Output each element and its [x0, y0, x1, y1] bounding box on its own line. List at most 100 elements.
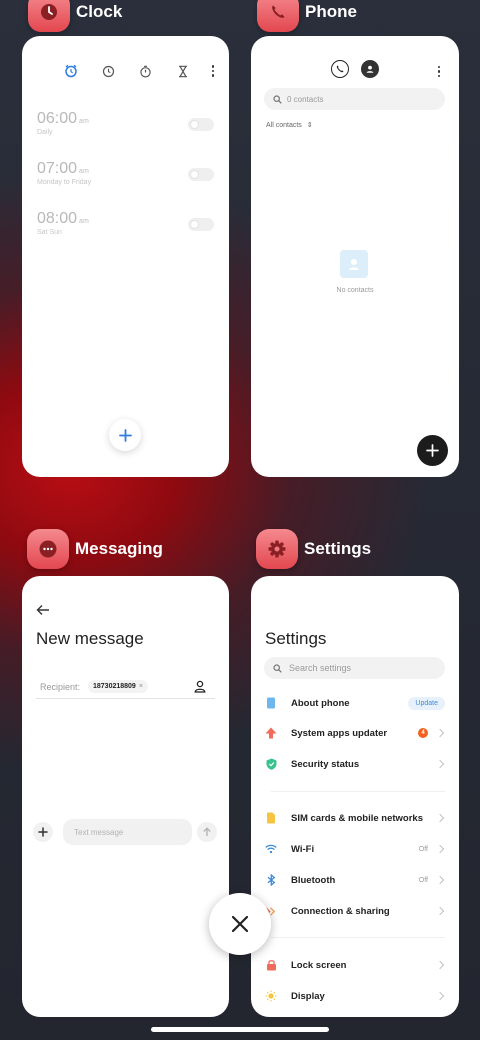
clock-app-title: Clock	[76, 2, 123, 21]
settings-item-lock-screen[interactable]: Lock screen	[265, 954, 445, 976]
messaging-icon	[27, 529, 69, 569]
back-arrow-icon[interactable]	[36, 603, 50, 621]
settings-app-header[interactable]: Settings	[256, 529, 371, 569]
stopwatch-icon[interactable]	[137, 62, 155, 80]
settings-item-label: Wi-Fi	[291, 843, 315, 855]
arrow-up-icon	[203, 827, 211, 836]
settings-item-sim-cards[interactable]: SIM cards & mobile networks	[265, 807, 445, 829]
gear-icon	[256, 529, 298, 569]
message-input-placeholder: Text message	[74, 827, 124, 837]
settings-search-placeholder: Search settings	[289, 663, 352, 673]
settings-item-value: Off	[418, 876, 428, 884]
settings-item-about-phone[interactable]: About phone Update	[265, 692, 445, 714]
clock-icon	[28, 0, 70, 32]
settings-item-label: Connection & sharing	[291, 905, 390, 917]
alarm-row[interactable]: 07:00 am Monday to Friday	[37, 160, 214, 200]
alarm-time: 06:00	[37, 110, 78, 127]
contacts-tab-icon[interactable]	[361, 60, 379, 78]
settings-item-wifi[interactable]: Wi-Fi Off	[265, 838, 445, 860]
lock-icon	[265, 959, 277, 971]
alarm-row[interactable]: 08:00 am Sat Sun	[37, 210, 214, 250]
section-divider	[271, 791, 445, 792]
alarm-ampm: am	[79, 168, 89, 175]
add-contact-button[interactable]	[417, 435, 448, 466]
settings-item-label: Bluetooth	[291, 874, 336, 886]
search-icon	[273, 663, 282, 673]
clear-recents-button[interactable]	[209, 893, 271, 955]
alarm-repeat: Monday to Friday	[37, 179, 92, 186]
settings-item-label: Lock screen	[291, 959, 347, 971]
chevron-right-icon	[435, 813, 445, 823]
message-input[interactable]: Text message	[63, 819, 192, 845]
contact-picker-icon[interactable]	[194, 680, 206, 698]
clock-app-card[interactable]: 06:00 am Daily 07:00 am Monday to Friday 0…	[22, 36, 229, 477]
settings-item-label: System apps updater	[291, 727, 388, 739]
attach-button[interactable]	[33, 822, 53, 842]
phone-icon	[257, 0, 299, 32]
settings-item-system-apps-updater[interactable]: System apps updater 4	[265, 722, 445, 744]
world-clock-icon[interactable]	[99, 62, 117, 80]
recipient-label: Recipient:	[40, 682, 81, 692]
clock-tab-bar	[62, 60, 215, 82]
settings-item-connection-sharing[interactable]: Connection & sharing	[265, 900, 445, 922]
send-button[interactable]	[197, 822, 217, 842]
alarm-ampm: am	[79, 218, 89, 225]
phone-more-icon[interactable]	[437, 66, 441, 78]
close-icon	[231, 915, 249, 933]
plus-icon	[426, 444, 439, 457]
update-count-badge: 4	[418, 728, 428, 738]
empty-contacts-illustration	[340, 250, 368, 278]
settings-app-title: Settings	[304, 539, 372, 558]
phone-app-title: Phone	[305, 2, 357, 21]
contact-placeholder-icon	[349, 259, 359, 270]
settings-item-value: Off	[418, 845, 428, 853]
page-title: New message	[36, 629, 144, 648]
settings-item-bluetooth[interactable]: Bluetooth Off	[265, 869, 445, 891]
clock-app-header[interactable]: Clock	[28, 0, 122, 32]
empty-contacts-label: No contacts	[336, 287, 374, 294]
messaging-app-card[interactable]: New message Recipient: 18730218809 × Tex…	[22, 576, 229, 1017]
alarm-ampm: am	[79, 118, 89, 125]
alarm-repeat: Sat Sun	[37, 229, 62, 236]
recipient-number: 18730218809	[93, 683, 136, 690]
contacts-search-input[interactable]: 0 contacts	[264, 88, 445, 110]
chevron-right-icon	[435, 875, 445, 885]
settings-item-label: SIM cards & mobile networks	[291, 812, 423, 824]
home-indicator[interactable]	[151, 1027, 329, 1032]
settings-app-card[interactable]: Settings Search settings About phone Upd…	[251, 576, 459, 1017]
add-alarm-button[interactable]	[109, 419, 141, 451]
recipient-divider	[36, 698, 215, 699]
settings-item-display[interactable]: Display	[265, 985, 445, 1007]
plus-icon	[38, 827, 48, 837]
settings-item-label: Display	[291, 990, 325, 1002]
chevron-right-icon	[435, 906, 445, 916]
phone-top-tabs	[331, 60, 379, 78]
messaging-app-title: Messaging	[75, 539, 163, 558]
settings-search-input[interactable]: Search settings	[264, 657, 445, 679]
clock-more-icon[interactable]	[211, 65, 215, 77]
alarm-icon[interactable]	[62, 62, 80, 80]
chevron-right-icon	[435, 759, 445, 769]
alarm-time: 07:00	[37, 160, 78, 177]
messaging-app-header[interactable]: Messaging	[27, 529, 163, 569]
contacts-filter-dropdown[interactable]: All contacts ⇕	[266, 122, 313, 129]
settings-item-security-status[interactable]: Security status	[265, 753, 445, 775]
chevron-right-icon	[435, 728, 445, 738]
remove-recipient-icon[interactable]: ×	[139, 683, 143, 690]
alarm-time: 08:00	[37, 210, 78, 227]
alarm-row[interactable]: 06:00 am Daily	[37, 110, 214, 150]
phone-app-card[interactable]: 0 contacts All contacts ⇕ No contacts	[251, 36, 459, 477]
phone-app-header[interactable]: Phone	[257, 0, 357, 32]
bluetooth-icon	[265, 874, 277, 886]
sun-icon	[265, 990, 277, 1002]
timer-icon[interactable]	[174, 62, 192, 80]
alarm-toggle[interactable]	[188, 218, 214, 231]
update-badge: Update	[408, 696, 445, 710]
alarm-toggle[interactable]	[188, 118, 214, 131]
alarm-toggle[interactable]	[188, 168, 214, 181]
section-divider	[271, 937, 445, 938]
wifi-icon	[265, 843, 277, 855]
arrow-up-icon	[265, 727, 277, 739]
recipient-chip[interactable]: 18730218809 ×	[88, 680, 148, 693]
dialer-tab-icon[interactable]	[331, 60, 349, 78]
